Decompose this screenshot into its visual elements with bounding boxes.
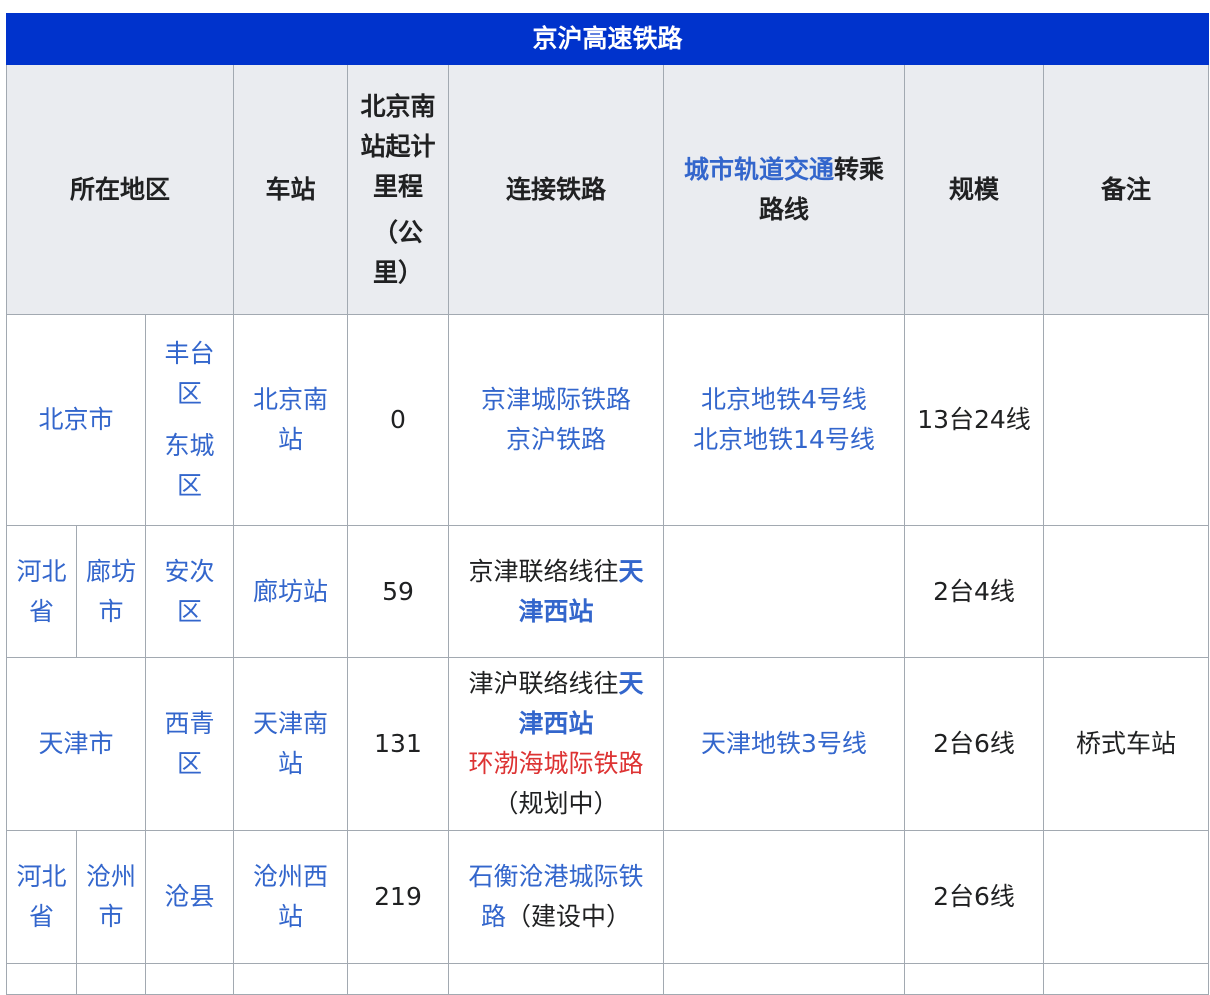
city-cell[interactable]: 沧州市 — [76, 830, 146, 964]
railway-text: 京津联络线往 — [468, 556, 619, 586]
transfer-cell — [663, 525, 905, 658]
district-cell[interactable]: 沧县 — [145, 830, 234, 964]
header-notes: 备注 — [1042, 64, 1210, 315]
empty-cell — [6, 963, 77, 995]
table-row: 北京市 丰台区 东城区 北京南站 0 京津城际铁路 京沪铁路 北京地铁4号线 北… — [6, 314, 1210, 526]
table-row: 河北省 沧州市 沧县 沧州西站 219 石衡沧港城际铁路（建设中） 2台6线 — [6, 830, 1210, 964]
mileage-cell: 0 — [347, 314, 449, 526]
province-cell[interactable]: 河北省 — [6, 830, 77, 964]
railways-cell: 京津城际铁路 京沪铁路 — [448, 314, 664, 526]
scale-cell: 2台6线 — [904, 657, 1044, 831]
urban-rail-link[interactable]: 城市轨道交通 — [684, 155, 834, 184]
mileage-cell: 59 — [347, 525, 449, 658]
railway-redlink[interactable]: 环渤海城际铁路 — [457, 744, 655, 784]
empty-cell — [347, 963, 449, 995]
mileage-cell: 219 — [347, 830, 449, 964]
district-link[interactable]: 丰台区 — [154, 334, 225, 414]
transfer-cell[interactable]: 天津地铁3号线 — [663, 657, 905, 831]
metro-link[interactable]: 北京地铁14号线 — [672, 420, 896, 460]
header-transfer: 城市轨道交通转乘路线 — [663, 64, 905, 315]
header-scale: 规模 — [904, 64, 1044, 315]
province-cell[interactable]: 北京市 — [6, 314, 146, 526]
notes-cell — [1042, 830, 1210, 964]
railway-stations-table: 京沪高速铁路 所在地区 车站 北京南站起计里程 （公里） 连接铁路 城市轨道交通… — [5, 13, 1210, 995]
railways-cell: 京津联络线往天津西站 — [448, 525, 664, 658]
station-cell[interactable]: 天津南站 — [233, 657, 348, 831]
table-row: 河北省 廊坊市 安次区 廊坊站 59 京津联络线往天津西站 2台4线 — [6, 525, 1210, 658]
province-cell[interactable]: 河北省 — [6, 525, 77, 658]
station-cell[interactable]: 沧州西站 — [233, 830, 348, 964]
table-row: 天津市 西青区 天津南站 131 津沪联络线往天津西站 环渤海城际铁路 （规划中… — [6, 657, 1210, 831]
railway-status: （建设中） — [506, 902, 632, 931]
empty-cell — [904, 963, 1044, 995]
notes-cell: 桥式车站 — [1042, 657, 1210, 831]
empty-cell — [233, 963, 348, 995]
railways-cell: 石衡沧港城际铁路（建设中） — [448, 830, 664, 964]
table-row — [6, 963, 1210, 995]
railway-link[interactable]: 京津城际铁路 — [457, 380, 655, 420]
city-cell[interactable]: 廊坊市 — [76, 525, 146, 658]
header-railways: 连接铁路 — [448, 64, 664, 315]
mileage-cell: 131 — [347, 657, 449, 831]
scale-cell: 13台24线 — [904, 314, 1044, 526]
metro-link[interactable]: 北京地铁4号线 — [672, 380, 896, 420]
district-cell: 丰台区 东城区 — [145, 314, 234, 526]
station-cell[interactable]: 廊坊站 — [233, 525, 348, 658]
empty-cell — [663, 963, 905, 995]
empty-cell — [145, 963, 234, 995]
header-mileage: 北京南站起计里程 （公里） — [347, 64, 449, 315]
empty-cell — [76, 963, 146, 995]
district-cell[interactable]: 安次区 — [145, 525, 234, 658]
notes-cell — [1042, 525, 1210, 658]
railways-cell: 津沪联络线往天津西站 环渤海城际铁路 （规划中） — [448, 657, 664, 831]
station-cell[interactable]: 北京南站 — [233, 314, 348, 526]
scale-cell: 2台6线 — [904, 830, 1044, 964]
header-mileage-unit: （公里） — [372, 217, 423, 287]
empty-cell — [448, 963, 664, 995]
notes-cell — [1042, 314, 1210, 526]
header-station: 车站 — [233, 64, 348, 315]
empty-cell — [1042, 963, 1210, 995]
province-cell[interactable]: 天津市 — [6, 657, 146, 831]
transfer-cell: 北京地铁4号线 北京地铁14号线 — [663, 314, 905, 526]
railway-link[interactable]: 京沪铁路 — [457, 420, 655, 460]
district-cell[interactable]: 西青区 — [145, 657, 234, 831]
header-mileage-text: 北京南站起计里程 — [360, 91, 436, 201]
header-region: 所在地区 — [6, 64, 234, 315]
table-caption: 京沪高速铁路 — [5, 13, 1210, 65]
railway-text: 津沪联络线往 — [468, 669, 619, 698]
transfer-cell — [663, 830, 905, 964]
district-link[interactable]: 东城区 — [154, 426, 225, 506]
scale-cell: 2台4线 — [904, 525, 1044, 658]
railway-status: （规划中） — [493, 789, 619, 818]
